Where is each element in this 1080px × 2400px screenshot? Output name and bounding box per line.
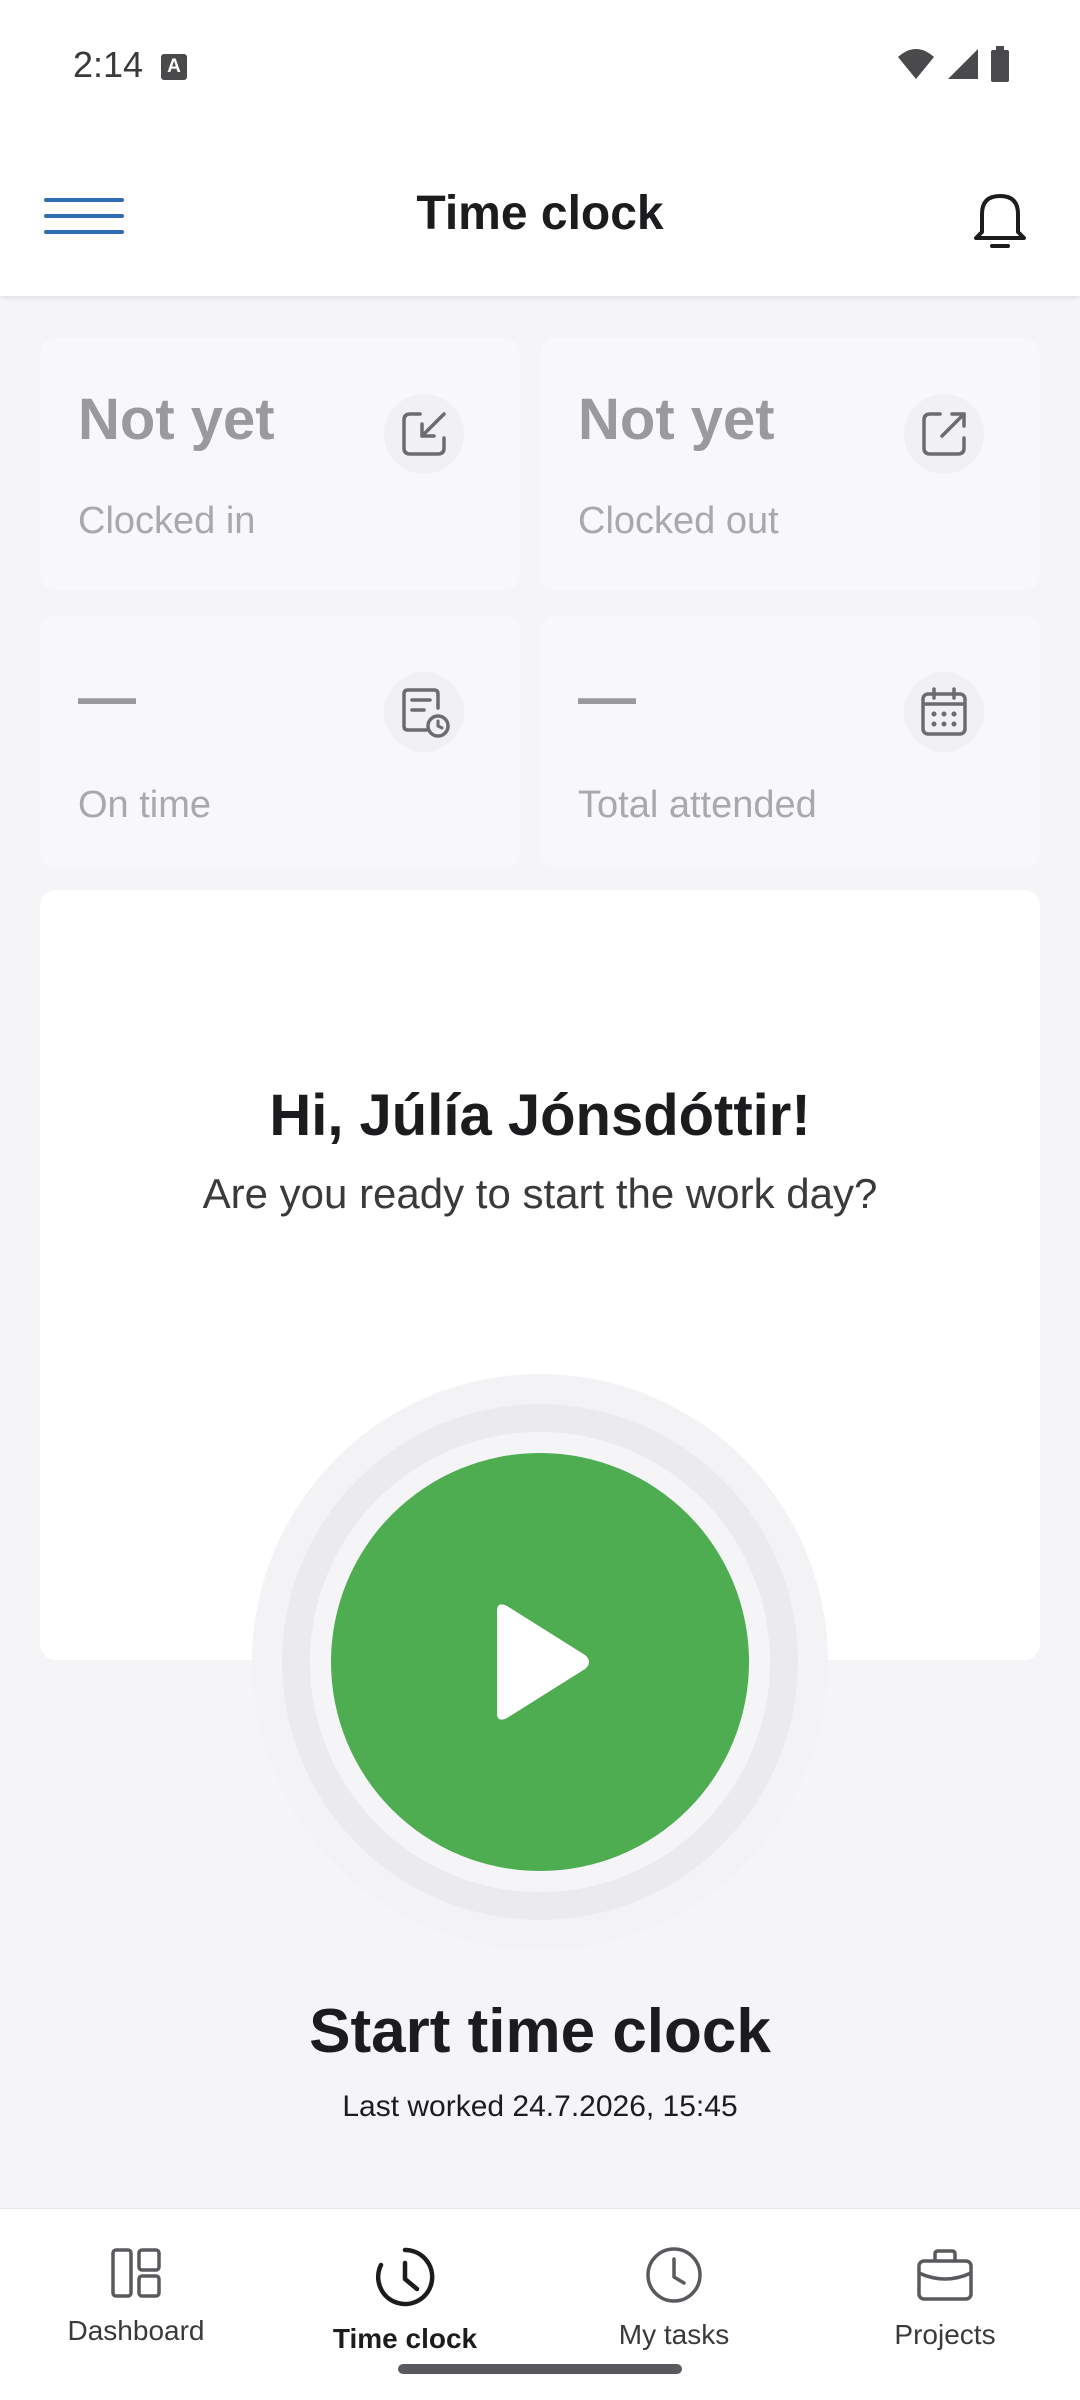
nav-label-dashboard: Dashboard [67, 2315, 205, 2346]
bell-icon [974, 194, 1026, 248]
wifi-icon [898, 49, 934, 79]
clocked-out-card: Not yet Clocked out [540, 338, 1040, 590]
greeting: Hi, Júlía Jónsdóttir! [269, 1083, 811, 1148]
status-time: 2:14 [73, 44, 144, 85]
start-time-clock-title: Start time clock [309, 1997, 771, 2066]
nav-label-my-tasks: My tasks [618, 2319, 730, 2350]
nav-item-projects[interactable]: Projects [835, 2245, 1055, 2365]
nav-item-time-clock[interactable]: Time clock [295, 2245, 515, 2365]
calendar-icon [904, 672, 984, 752]
nav-item-dashboard[interactable]: Dashboard [26, 2245, 246, 2365]
dashboard-icon [111, 2248, 161, 2298]
page-title: Time clock [416, 187, 664, 240]
play-icon [497, 1604, 589, 1720]
briefcase-icon [917, 2249, 973, 2301]
clock-out-icon [904, 394, 984, 474]
clock-icon [646, 2247, 702, 2303]
clock-in-icon [384, 394, 464, 474]
battery-icon [991, 46, 1009, 82]
start-time-clock-button[interactable] [331, 1453, 749, 1871]
nav-label-projects: Projects [894, 2319, 996, 2350]
home-indicator[interactable] [398, 2364, 682, 2374]
clocked-out-value: Not yet [578, 387, 775, 452]
total-attended-card: — Total attended [540, 616, 1040, 868]
status-badge: A [161, 54, 187, 80]
time-clock-icon [375, 2247, 435, 2307]
notifications-button[interactable] [970, 188, 1030, 252]
clocked-in-label: Clocked in [78, 500, 256, 542]
signal-icon [948, 49, 978, 79]
report-clock-icon [384, 672, 464, 752]
clocked-in-card: Not yet Clocked in [40, 338, 520, 590]
total-attended-label: Total attended [578, 784, 817, 826]
last-worked: Last worked 24.7.2026, 15:45 [342, 2090, 738, 2123]
nav-item-my-tasks[interactable]: My tasks [564, 2245, 784, 2365]
clocked-out-label: Clocked out [578, 500, 779, 542]
status-icons [896, 46, 1010, 82]
on-time-label: On time [78, 784, 212, 826]
welcome-question: Are you ready to start the work day? [202, 1170, 878, 1217]
status-bar: 2:14 A [0, 0, 1080, 130]
clocked-in-value: Not yet [78, 387, 275, 452]
on-time-card: — On time [40, 616, 520, 868]
nav-label-time-clock: Time clock [332, 2323, 478, 2354]
on-time-value: — [78, 665, 136, 730]
app-bar: Time clock [0, 130, 1080, 296]
total-attended-value: — [578, 665, 636, 730]
